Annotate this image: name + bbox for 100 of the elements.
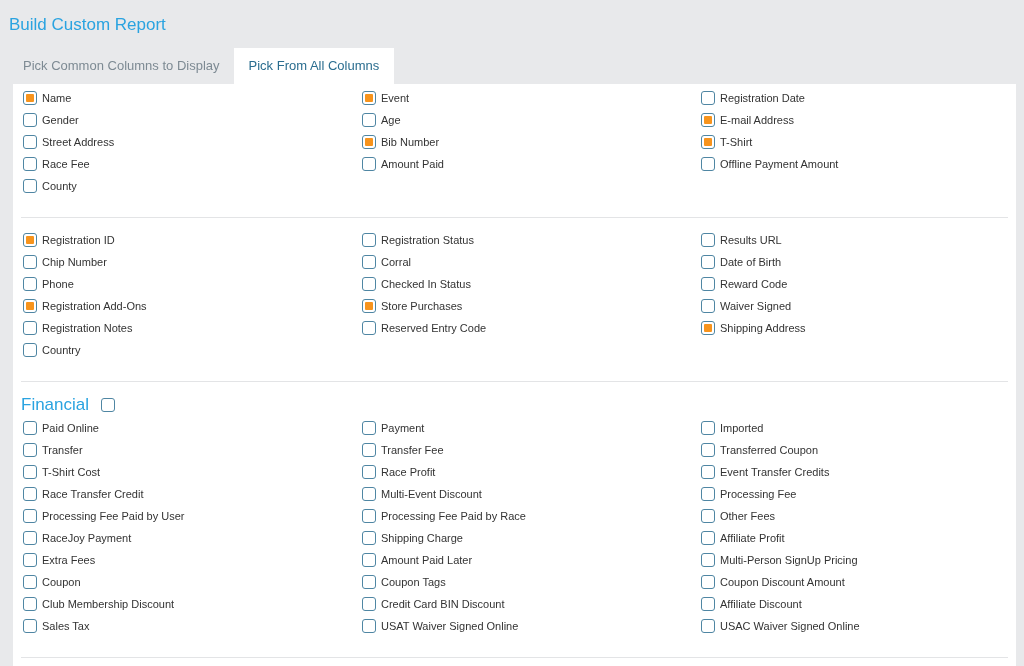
checkbox[interactable] (701, 443, 715, 457)
checkbox[interactable] (23, 531, 37, 545)
checkbox[interactable] (701, 509, 715, 523)
checkbox[interactable] (23, 255, 37, 269)
checkbox[interactable] (701, 277, 715, 291)
checkbox[interactable] (362, 531, 376, 545)
option-label: Date of Birth (720, 254, 782, 270)
option-label: Sales Tax (42, 618, 90, 634)
option-label: Bib Number (381, 134, 440, 150)
option-label: Processing Fee Paid by User (42, 508, 185, 524)
checkbox[interactable] (23, 299, 37, 313)
option-label: Registration ID (42, 232, 115, 248)
option-label: Coupon (42, 574, 81, 590)
checkbox[interactable] (23, 619, 37, 633)
checkbox[interactable] (362, 113, 376, 127)
option-label: Event Transfer Credits (720, 464, 830, 480)
checkbox[interactable] (701, 619, 715, 633)
checkbox[interactable] (362, 321, 376, 335)
checkbox[interactable] (23, 575, 37, 589)
option-label: Street Address (42, 134, 115, 150)
checkbox[interactable] (23, 157, 37, 171)
checkbox[interactable] (362, 299, 376, 313)
checkbox[interactable] (362, 509, 376, 523)
option-label: Results URL (720, 232, 782, 248)
option-label: Phone (42, 276, 74, 292)
page-title: Build Custom Report (9, 14, 166, 36)
tab[interactable]: Pick From All Columns (233, 48, 395, 84)
option-label: Imported (720, 420, 764, 436)
checkbox[interactable] (701, 531, 715, 545)
checkbox[interactable] (701, 135, 715, 149)
checkbox[interactable] (23, 277, 37, 291)
checkbox[interactable] (362, 575, 376, 589)
checkbox[interactable] (23, 135, 37, 149)
option-label: E-mail Address (720, 112, 794, 128)
option-label: Waiver Signed (720, 298, 792, 314)
checkbox[interactable] (362, 619, 376, 633)
checkbox[interactable] (23, 91, 37, 105)
checkbox[interactable] (362, 135, 376, 149)
checkbox[interactable] (23, 509, 37, 523)
option-label: Extra Fees (42, 552, 96, 568)
option-label: Gender (42, 112, 79, 128)
checkbox[interactable] (362, 553, 376, 567)
checkbox[interactable] (23, 421, 37, 435)
checkbox[interactable] (23, 233, 37, 247)
option-label: Coupon Discount Amount (720, 574, 845, 590)
checkbox[interactable] (23, 321, 37, 335)
checkbox[interactable] (701, 553, 715, 567)
checkbox[interactable] (362, 597, 376, 611)
checkbox[interactable] (701, 113, 715, 127)
option-label: Offline Payment Amount (720, 156, 839, 172)
checkbox[interactable] (23, 343, 37, 357)
checkbox[interactable] (701, 487, 715, 501)
checkbox[interactable] (23, 443, 37, 457)
option-label: Checked In Status (381, 276, 471, 292)
option-label: Payment (381, 420, 425, 436)
option-label: Name (42, 90, 72, 106)
checkbox[interactable] (701, 91, 715, 105)
option-label: Race Fee (42, 156, 90, 172)
option-label: T-Shirt (720, 134, 753, 150)
checkbox[interactable] (362, 233, 376, 247)
checkbox[interactable] (701, 465, 715, 479)
option-label: Race Profit (381, 464, 436, 480)
option-label: Other Fees (720, 508, 776, 524)
option-label: Reward Code (720, 276, 788, 292)
checkbox[interactable] (362, 157, 376, 171)
checkbox[interactable] (23, 179, 37, 193)
option-label: Club Membership Discount (42, 596, 175, 612)
option-label: Processing Fee Paid by Race (381, 508, 526, 524)
checkbox[interactable] (23, 113, 37, 127)
checkbox[interactable] (701, 157, 715, 171)
checkbox[interactable] (362, 91, 376, 105)
checkbox[interactable] (23, 597, 37, 611)
option-label: Multi-Person SignUp Pricing (720, 552, 858, 568)
checkbox[interactable] (362, 277, 376, 291)
checkbox[interactable] (701, 421, 715, 435)
option-label: Affiliate Profit (720, 530, 785, 546)
option-label: Event (381, 90, 410, 106)
checkbox[interactable] (23, 553, 37, 567)
option-label: Shipping Address (720, 320, 806, 336)
checkbox[interactable] (23, 465, 37, 479)
option-label: USAT Waiver Signed Online (381, 618, 519, 634)
option-label: Race Transfer Credit (42, 486, 144, 502)
checkbox[interactable] (362, 487, 376, 501)
checkbox[interactable] (701, 575, 715, 589)
checkbox[interactable] (701, 233, 715, 247)
checkbox[interactable] (362, 465, 376, 479)
option-label: RaceJoy Payment (42, 530, 132, 546)
option-label: Corral (381, 254, 411, 270)
checkbox[interactable] (101, 398, 116, 412)
checkbox[interactable] (362, 421, 376, 435)
checkbox[interactable] (362, 255, 376, 269)
option-label: Registration Status (381, 232, 474, 248)
checkbox[interactable] (701, 299, 715, 313)
checkbox[interactable] (362, 443, 376, 457)
option-label: Shipping Charge (381, 530, 463, 546)
checkbox[interactable] (701, 321, 715, 335)
checkbox[interactable] (701, 255, 715, 269)
checkbox[interactable] (23, 487, 37, 501)
option-label: Country (42, 342, 81, 358)
checkbox[interactable] (701, 597, 715, 611)
